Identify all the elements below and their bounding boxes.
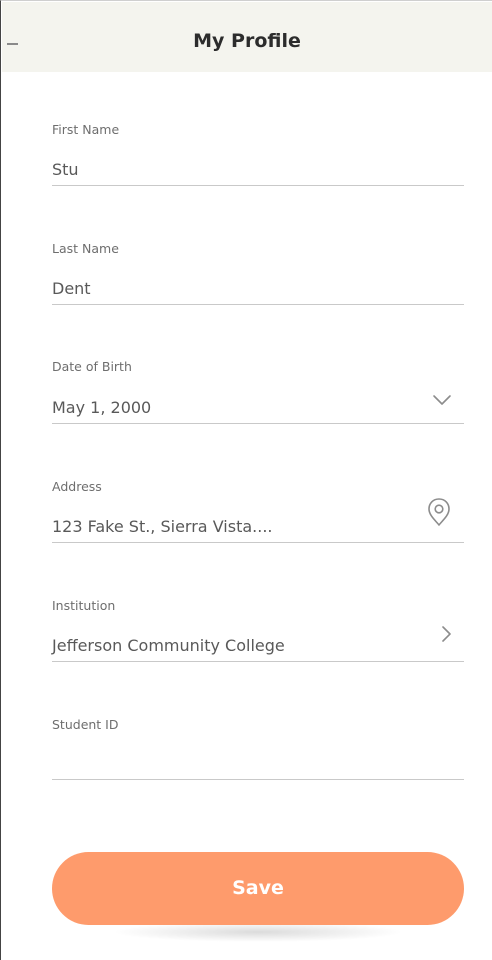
location-pin-icon[interactable] [426, 497, 452, 527]
first-name-input[interactable]: Stu [52, 160, 79, 179]
page-title: My Profile [193, 30, 301, 52]
date-of-birth-field[interactable]: Date of Birth May 1, 2000 [52, 359, 464, 424]
last-name-label: Last Name [52, 241, 119, 256]
institution-label: Institution [52, 598, 116, 613]
institution-field[interactable]: Institution Jefferson Community College [52, 598, 464, 662]
save-button[interactable]: Save [52, 852, 464, 925]
app-header: My Profile [2, 2, 492, 72]
save-button-shadow [112, 922, 404, 942]
date-of-birth-value[interactable]: May 1, 2000 [52, 398, 151, 417]
last-name-input[interactable]: Dent [52, 279, 91, 298]
profile-screen: My Profile First Name Stu Last Name Dent… [0, 0, 492, 960]
save-button-container: Save [52, 852, 464, 942]
first-name-field[interactable]: First Name Stu [52, 122, 464, 186]
institution-value[interactable]: Jefferson Community College [52, 636, 285, 655]
student-id-label: Student ID [52, 717, 119, 732]
chevron-down-icon[interactable] [432, 393, 452, 407]
address-value[interactable]: 123 Fake St., Sierra Vista.... [52, 517, 272, 536]
address-field[interactable]: Address 123 Fake St., Sierra Vista.... [52, 479, 464, 543]
first-name-label: First Name [52, 122, 120, 137]
student-id-field[interactable]: Student ID [52, 717, 464, 780]
chevron-right-icon[interactable] [440, 624, 452, 644]
date-of-birth-label: Date of Birth [52, 359, 132, 374]
address-label: Address [52, 479, 102, 494]
last-name-field[interactable]: Last Name Dent [52, 241, 464, 305]
